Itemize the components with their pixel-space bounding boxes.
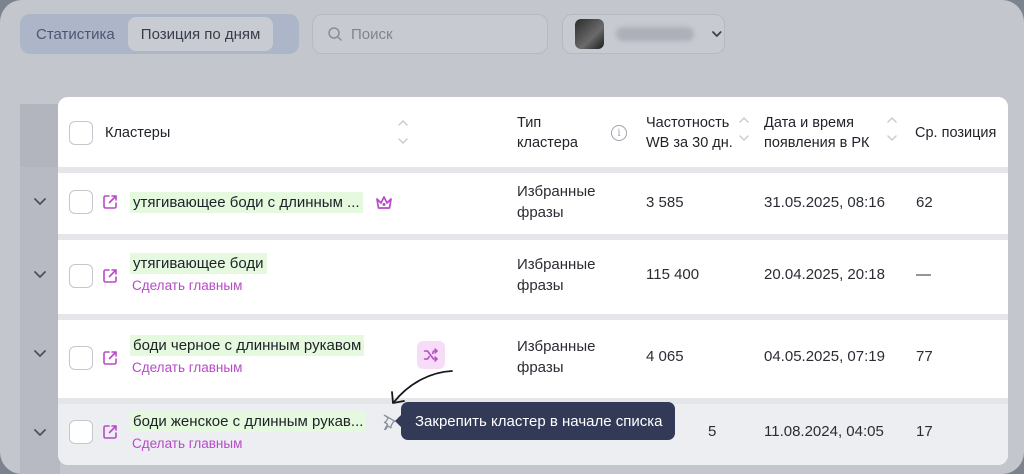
expand-row-chevron-icon[interactable]: [32, 193, 48, 209]
avg-position-value: —: [916, 266, 931, 283]
appearance-datetime: 04.05.2025, 07:19: [764, 348, 885, 365]
account-name-blurred: [616, 27, 695, 41]
external-link-icon[interactable]: [101, 349, 119, 367]
frequency-value: 5: [708, 423, 717, 440]
make-main-link[interactable]: Сделать главным: [132, 436, 242, 451]
sort-icon[interactable]: [738, 115, 750, 143]
table-row: утягивающее боди с длинным ... Избранные…: [58, 167, 1008, 234]
cluster-type-line1: Избранные: [517, 338, 596, 355]
header-type-line2: кластера: [517, 135, 578, 151]
cluster-phrase: боди женское с длинным рукав...: [130, 411, 367, 432]
info-icon[interactable]: i: [611, 125, 627, 141]
header-type-line1: Тип: [517, 115, 542, 131]
header-date-line2: появления в РК: [764, 135, 870, 151]
search-input[interactable]: Поиск: [312, 14, 548, 54]
row-checkbox[interactable]: [69, 264, 93, 288]
chevron-down-icon: [712, 31, 722, 37]
expand-row-chevron-icon[interactable]: [32, 345, 48, 361]
sort-icon[interactable]: [397, 118, 409, 146]
external-link-icon[interactable]: [101, 267, 119, 285]
app-frame: Статистика Позиция по дням Поиск Кластер…: [0, 0, 1024, 474]
avg-position-value: 17: [916, 423, 933, 440]
select-all-checkbox[interactable]: [69, 121, 93, 145]
avatar: [575, 19, 605, 49]
table-row: утягивающее боди Сделать главным Избранн…: [58, 234, 1008, 314]
sort-icon[interactable]: [886, 115, 898, 143]
header-clusters: Кластеры: [105, 125, 171, 141]
header-frequency-line2: WB за 30 дн.: [646, 135, 733, 151]
external-link-icon[interactable]: [101, 193, 119, 211]
expand-row-chevron-icon[interactable]: [32, 424, 48, 440]
cluster-type-line1: Избранные: [517, 183, 596, 200]
tab-statistics[interactable]: Статистика: [23, 17, 128, 51]
cluster-type-line2: фразы: [517, 204, 564, 221]
cluster-phrase: утягивающее боди с длинным ...: [130, 192, 363, 213]
shuffle-badge[interactable]: [417, 341, 445, 369]
header-avg-position: Ср. позиция: [915, 125, 997, 141]
cluster-type-line2: фразы: [517, 359, 564, 376]
header-frequency-line1: Частотность: [646, 115, 730, 131]
account-select[interactable]: [562, 14, 725, 54]
external-link-icon[interactable]: [101, 423, 119, 441]
crown-icon: [376, 196, 392, 209]
view-tabs: Статистика Позиция по дням: [20, 14, 299, 54]
frequency-value: 3 585: [646, 194, 684, 211]
frequency-value: 4 065: [646, 348, 684, 365]
row-checkbox[interactable]: [69, 420, 93, 444]
search-placeholder: Поиск: [351, 25, 393, 43]
search-icon: [328, 27, 342, 41]
cluster-type-line2: фразы: [517, 277, 564, 294]
appearance-datetime: 11.08.2024, 04:05: [764, 423, 884, 440]
avg-position-value: 77: [916, 348, 933, 365]
cluster-type-line1: Избранные: [517, 256, 596, 273]
appearance-datetime: 31.05.2025, 08:16: [764, 194, 885, 211]
header-date-line1: Дата и время: [764, 115, 854, 131]
row-checkbox[interactable]: [69, 346, 93, 370]
cluster-phrase: утягивающее боди: [130, 253, 267, 274]
appearance-datetime: 20.04.2025, 20:18: [764, 266, 885, 283]
table-header: Кластеры Тип кластера i Частотность WB з…: [58, 97, 1008, 167]
make-main-link[interactable]: Сделать главным: [132, 278, 242, 293]
tab-position-by-days[interactable]: Позиция по дням: [127, 17, 274, 51]
frequency-value: 115 400: [646, 266, 700, 283]
pin-tooltip: Закрепить кластер в начале списка: [395, 402, 675, 440]
row-checkbox[interactable]: [69, 190, 93, 214]
shuffle-icon: [423, 348, 438, 362]
make-main-link[interactable]: Сделать главным: [132, 360, 242, 375]
expand-row-chevron-icon[interactable]: [32, 266, 48, 282]
cluster-phrase: боди черное с длинным рукавом: [130, 335, 365, 356]
header-left-spacer: [20, 104, 60, 167]
table-row: боди черное с длинным рукавом Сделать гл…: [58, 314, 1008, 398]
avg-position-value: 62: [916, 194, 933, 211]
